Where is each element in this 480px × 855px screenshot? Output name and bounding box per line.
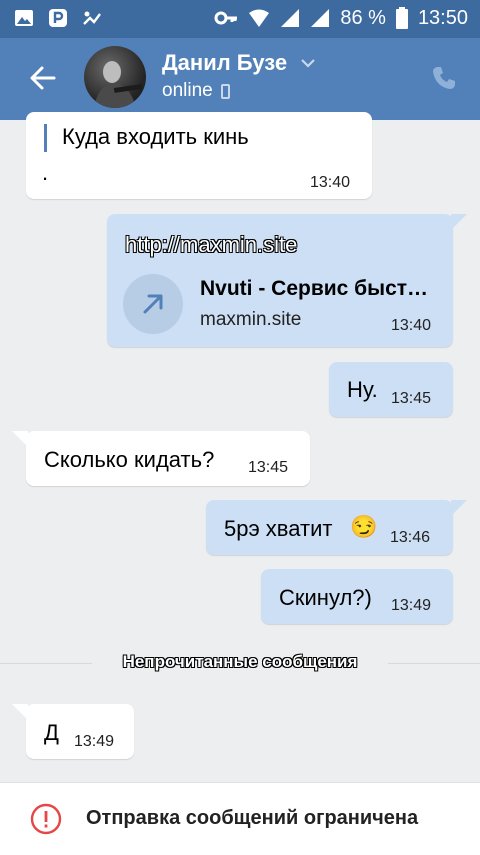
message-incoming[interactable]: Сколько кидать? 13:45 <box>12 431 310 486</box>
clock: 13:50 <box>417 7 468 29</box>
message-text: Ну. <box>347 377 378 402</box>
message-text: Сколько кидать? <box>44 447 215 472</box>
avatar[interactable] <box>84 46 146 108</box>
alert-icon <box>30 803 62 835</box>
message-outgoing[interactable]: Скинул?) 13:49 <box>261 569 453 624</box>
system-indicators: 86 % 13:50 <box>214 6 468 30</box>
message-time: 13:40 <box>391 317 432 334</box>
chevron-down-icon[interactable] <box>300 57 316 69</box>
messaging-restricted-bar: Отправка сообщений ограничена <box>0 782 480 855</box>
notification-icons <box>14 8 102 28</box>
app-notification-icon <box>83 11 101 25</box>
message-time: 13:40 <box>310 174 351 191</box>
bubble-tail <box>12 704 28 720</box>
status-bar: 86 % 13:50 <box>0 0 480 38</box>
link-card-domain: maxmin.site <box>200 309 302 330</box>
message-time: 13:49 <box>391 597 432 614</box>
message-time: 13:46 <box>390 529 431 546</box>
phone-call-icon[interactable] <box>430 64 458 92</box>
message-text: 5рэ хватит <box>224 516 333 541</box>
contact-status: online <box>162 80 230 102</box>
unread-divider: Непрочитанные сообщения <box>122 652 358 671</box>
status-text: online <box>162 80 213 101</box>
bubble-tail <box>451 214 467 230</box>
message-extra: . <box>42 160 49 185</box>
battery-icon <box>395 7 408 29</box>
bubble-tail <box>12 431 28 447</box>
restriction-text: Отправка сообщений ограничена <box>86 807 419 829</box>
signal-icon-2 <box>311 9 330 27</box>
quote-bar <box>44 124 47 152</box>
message-outgoing-link[interactable]: http://maxmin.site Nvuti - Сервис быст… … <box>107 214 467 347</box>
message-time: 13:45 <box>391 390 432 407</box>
back-arrow-icon[interactable] <box>28 63 58 93</box>
message-text: Куда входить кинь <box>62 124 249 149</box>
smirk-emoji: 😏 <box>350 514 378 539</box>
message-text: Д <box>44 720 59 745</box>
message-text: Скинул?) <box>279 585 372 610</box>
link-preview-icon[interactable] <box>123 274 183 334</box>
link-text[interactable]: http://maxmin.site <box>125 232 297 258</box>
link-card-title[interactable]: Nvuti - Сервис быст… <box>200 277 428 301</box>
message-time: 13:45 <box>248 459 289 476</box>
message-outgoing[interactable]: Ну. 13:45 <box>329 362 453 417</box>
chat-header: Данил Бузе online <box>0 38 480 120</box>
battery-percent: 86 % <box>340 7 386 29</box>
message-incoming[interactable]: Д 13:49 <box>12 704 134 759</box>
parking-icon <box>49 9 67 27</box>
mobile-icon <box>220 83 230 99</box>
message-incoming[interactable]: Куда входить кинь . 13:40 <box>26 112 372 199</box>
image-icon <box>15 10 33 26</box>
message-outgoing[interactable]: 5рэ хватит 😏 13:46 <box>206 500 467 555</box>
contact-name[interactable]: Данил Бузе <box>162 50 287 76</box>
bubble-tail <box>451 500 467 516</box>
signal-icon-1 <box>281 9 300 27</box>
message-time: 13:49 <box>74 733 115 750</box>
wifi-icon <box>249 9 270 27</box>
key-icon <box>214 11 238 25</box>
